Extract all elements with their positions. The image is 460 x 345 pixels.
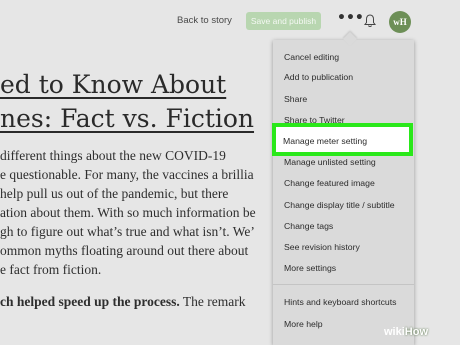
menu-item-add-to-publication[interactable]: Add to publication [284,72,353,82]
more-icon[interactable]: ••• [337,11,364,28]
watermark-wiki: wiki [384,326,405,338]
article-title-line-1: ed to Know About [0,70,227,99]
menu-item-cancel-editing[interactable]: Cancel editing [284,52,339,62]
paragraph-line: gh to figure out what’s true and what is… [0,224,255,239]
bold-line-rest: The remark [179,294,246,309]
save-and-publish-button[interactable]: Save and publish [246,12,321,30]
menu-item-change-featured-image[interactable]: Change featured image [284,178,375,188]
paragraph-line-bold: ch helped speed up the process. The rema… [0,292,246,311]
watermark-how: How [404,326,429,338]
article-title-line-2: nes: Fact vs. Fiction [0,104,255,133]
menu-item-change-tags[interactable]: Change tags [284,221,333,231]
top-bar: Back to story Save and publish ••• wH [0,0,460,42]
back-to-story-link[interactable]: Back to story [177,15,232,26]
menu-divider [273,284,414,285]
watermark: wikiHow [384,326,428,338]
menu-item-hints-and-shortcuts[interactable]: Hints and keyboard shortcuts [284,297,397,307]
menu-item-manage-unlisted-setting[interactable]: Manage unlisted setting [284,157,376,167]
menu-item-manage-meter-setting-label: Manage meter setting [283,136,368,146]
bold-phrase: ch helped speed up the process. [0,294,180,309]
paragraph-line: e fact from fiction. [0,262,102,277]
bell-icon[interactable] [364,13,376,27]
paragraph-line: ation about them. With so much informati… [0,205,256,220]
menu-item-manage-meter-setting[interactable]: Manage meter setting [272,123,413,156]
avatar[interactable]: wH [389,11,411,33]
menu-item-see-revision-history[interactable]: See revision history [284,242,360,252]
menu-item-more-settings[interactable]: More settings [284,263,336,273]
paragraph-line: help pull us out of the pandemic, but th… [0,186,229,201]
menu-item-more-help[interactable]: More help [284,319,323,329]
paragraph-line: e questionable. For many, the vaccines a… [0,167,254,182]
paragraph-line: different things about the new COVID-19 [0,148,226,163]
paragraph-line: ommon myths floating around out there ab… [0,243,249,258]
dropdown-menu: Cancel editing Add to publication Share … [273,40,414,345]
menu-item-share[interactable]: Share [284,94,307,104]
menu-item-change-display-title[interactable]: Change display title / subtitle [284,200,395,210]
